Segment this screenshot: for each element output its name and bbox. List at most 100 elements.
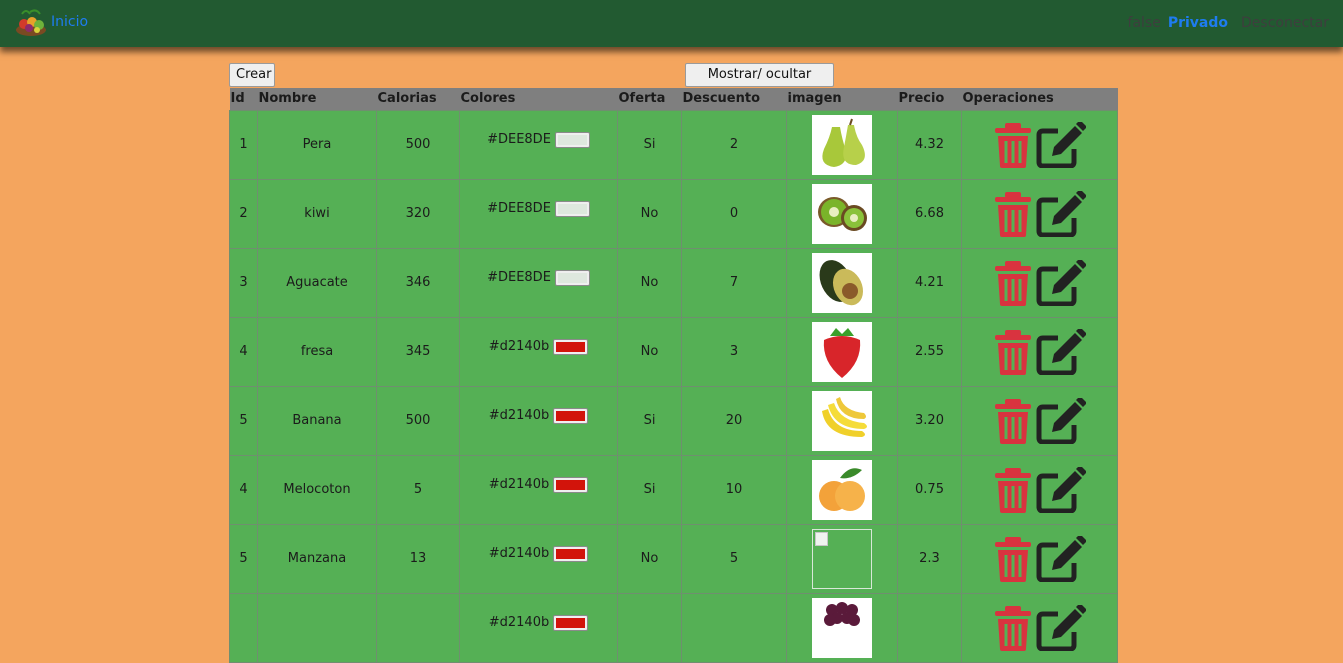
cell-calories: 320 xyxy=(376,178,460,249)
edit-icon[interactable] xyxy=(1036,535,1086,582)
cell-calories: 345 xyxy=(376,316,460,387)
column-header: Precio xyxy=(898,91,945,107)
trash-icon[interactable] xyxy=(994,605,1032,651)
cell-name: Manzana xyxy=(257,523,377,594)
cell-offer: Si xyxy=(617,109,682,180)
edit-icon[interactable] xyxy=(1036,466,1086,513)
edit-icon[interactable] xyxy=(1036,121,1086,168)
cell-name: kiwi xyxy=(257,178,377,249)
fruit-basket-logo[interactable] xyxy=(12,8,50,38)
cell-price xyxy=(897,592,962,663)
cell-price: 3.20 xyxy=(897,385,962,456)
strawberry-image xyxy=(812,321,872,382)
cell-price: 4.21 xyxy=(897,247,962,318)
color-hex-label: #DEE8DE xyxy=(487,270,551,285)
edit-icon[interactable] xyxy=(1036,190,1086,237)
edit-icon[interactable] xyxy=(1036,328,1086,375)
cell-operations xyxy=(961,247,1118,318)
color-swatch[interactable] xyxy=(554,131,590,148)
cell-id: 1 xyxy=(229,109,258,180)
cell-discount: 5 xyxy=(681,523,787,594)
session-flag: false xyxy=(1127,15,1161,31)
column-header: Id xyxy=(230,91,245,107)
table-body: 1 Pera 500 #DEE8DE Si 2 4.32 2 kiwi 320 #DEE8DE No 0… xyxy=(229,109,1118,663)
cell-discount: 2 xyxy=(681,109,787,180)
toggle-table-button[interactable]: Mostrar/ ocultar tabla xyxy=(685,63,834,104)
cell-offer: No xyxy=(617,247,682,318)
edit-icon[interactable] xyxy=(1036,604,1086,651)
cell-offer: No xyxy=(617,523,682,594)
color-swatch[interactable] xyxy=(553,407,589,424)
cell-discount: 3 xyxy=(681,316,787,387)
cell-name: fresa xyxy=(257,316,377,387)
column-header: Nombre xyxy=(258,91,317,107)
column-header: imagen xyxy=(787,91,842,107)
cell-price: 2.55 xyxy=(897,316,962,387)
nav-logout-link[interactable]: Desconectar xyxy=(1241,15,1329,31)
color-swatch[interactable] xyxy=(553,476,589,493)
column-header: Operaciones xyxy=(962,91,1054,107)
cell-offer: Si xyxy=(617,385,682,456)
column-header: Oferta xyxy=(618,91,666,107)
cell-image xyxy=(786,385,898,456)
cell-color: #DEE8DE xyxy=(459,178,618,249)
trash-icon[interactable] xyxy=(994,191,1032,237)
cell-id: 2 xyxy=(229,178,258,249)
fruit-table: Id Nombre Calorias Colores Oferta Descuento im… xyxy=(229,88,1118,663)
create-button[interactable]: Crear xyxy=(229,63,275,87)
color-swatch[interactable] xyxy=(553,614,589,631)
cell-operations xyxy=(961,523,1118,594)
color-swatch[interactable] xyxy=(554,200,590,217)
trash-icon[interactable] xyxy=(994,398,1032,444)
cell-name: Aguacate xyxy=(257,247,377,318)
cell-calories: 13 xyxy=(376,523,460,594)
column-header: Colores xyxy=(460,91,516,107)
color-swatch[interactable] xyxy=(554,269,590,286)
trash-icon[interactable] xyxy=(994,260,1032,306)
color-hex-label: #d2140b xyxy=(488,408,550,423)
color-swatch[interactable] xyxy=(553,545,589,562)
table-row: 5 Manzana 13 #d2140b No 5 2.3 xyxy=(229,523,1118,594)
cell-offer xyxy=(617,592,682,663)
cell-image xyxy=(786,523,898,594)
cell-id: 5 xyxy=(229,385,258,456)
color-hex-label: #DEE8DE xyxy=(487,201,551,216)
broken-image-icon xyxy=(812,528,872,589)
edit-icon[interactable] xyxy=(1036,397,1086,444)
cell-image xyxy=(786,592,898,663)
trash-icon[interactable] xyxy=(994,467,1032,513)
cell-image xyxy=(786,109,898,180)
color-hex-label: #d2140b xyxy=(488,615,550,630)
edit-icon[interactable] xyxy=(1036,259,1086,306)
trash-icon[interactable] xyxy=(994,536,1032,582)
cell-color: #DEE8DE xyxy=(459,247,618,318)
cell-price: 0.75 xyxy=(897,454,962,525)
cell-color: #d2140b xyxy=(459,316,618,387)
cell-name: Melocoton xyxy=(257,454,377,525)
cell-discount: 20 xyxy=(681,385,787,456)
cell-id: 5 xyxy=(229,523,258,594)
cell-operations xyxy=(961,385,1118,456)
cell-image xyxy=(786,178,898,249)
cell-name xyxy=(257,592,377,663)
trash-icon[interactable] xyxy=(994,122,1032,168)
grapes-image xyxy=(812,597,872,658)
avocado-image xyxy=(812,252,872,313)
nav-home-link[interactable]: Inicio xyxy=(51,14,88,30)
cell-offer: Si xyxy=(617,454,682,525)
cell-calories: 5 xyxy=(376,454,460,525)
color-swatch[interactable] xyxy=(553,338,589,355)
color-hex-label: #d2140b xyxy=(488,477,550,492)
cell-discount: 7 xyxy=(681,247,787,318)
table-row: #d2140b xyxy=(229,592,1118,663)
table-row: 4 fresa 345 #d2140b No 3 2.55 xyxy=(229,316,1118,387)
cell-color: #d2140b xyxy=(459,454,618,525)
cell-color: #d2140b xyxy=(459,592,618,663)
cell-discount: 10 xyxy=(681,454,787,525)
cell-color: #d2140b xyxy=(459,385,618,456)
trash-icon[interactable] xyxy=(994,329,1032,375)
cell-discount: 0 xyxy=(681,178,787,249)
peach-image xyxy=(812,459,872,520)
cell-image xyxy=(786,454,898,525)
nav-private-link[interactable]: Privado xyxy=(1168,15,1228,31)
